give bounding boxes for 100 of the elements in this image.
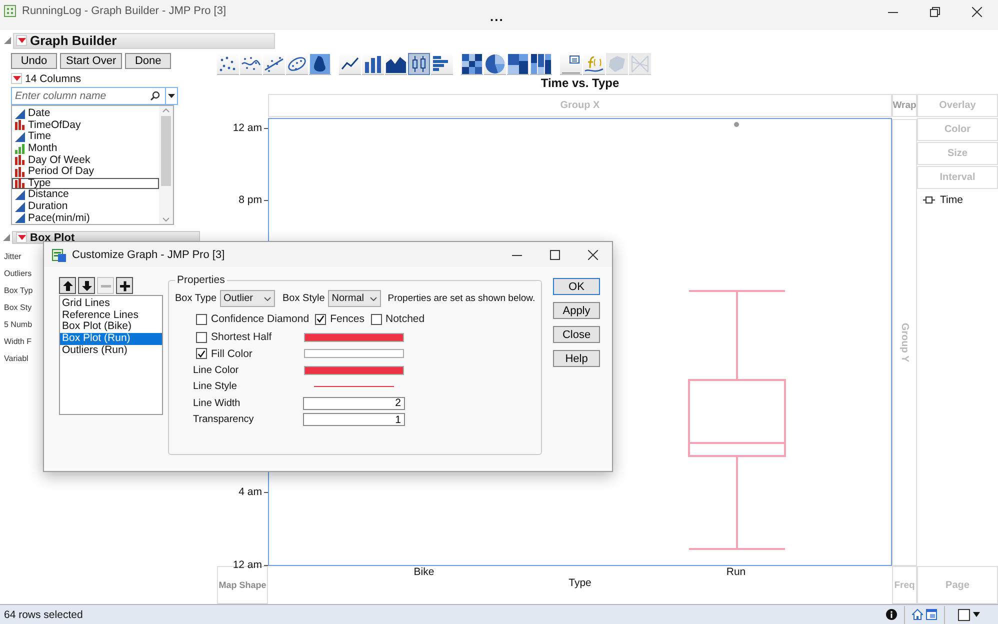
checkbox[interactable]: [196, 348, 207, 360]
tick-mark: [264, 564, 268, 566]
area-chart-icon[interactable]: [385, 53, 407, 75]
number-field[interactable]: 1: [303, 413, 405, 426]
checkbox-label: Fences: [330, 313, 364, 325]
column-item[interactable]: Month: [12, 142, 159, 154]
menu-triangle-button[interactable]: [11, 73, 22, 84]
dropdown[interactable]: Outlier: [220, 290, 275, 307]
section-title: Graph Builder: [30, 33, 117, 48]
treemap-icon[interactable]: [507, 53, 529, 75]
column-item[interactable]: Period Of Day: [12, 166, 159, 178]
line-style-sample[interactable]: [314, 386, 394, 388]
add-button[interactable]: [116, 277, 133, 294]
graph-title: Time vs. Type: [540, 76, 620, 92]
app-icon: [52, 248, 66, 262]
color-swatch[interactable]: [304, 349, 404, 358]
field-label: Box Style: [282, 293, 325, 304]
property-label: Jitter: [4, 251, 22, 262]
color-swatch[interactable]: [304, 332, 404, 342]
caret-icon: [168, 94, 175, 98]
list-item[interactable]: Box Plot (Run): [60, 333, 162, 345]
column-item[interactable]: Time: [12, 131, 159, 143]
up-arrow-icon: [62, 280, 74, 292]
list-item[interactable]: Reference Lines: [60, 310, 162, 322]
chevron-icon: [370, 296, 377, 300]
pie-chart-icon[interactable]: [484, 53, 506, 75]
more-options[interactable]: ...: [490, 10, 504, 24]
field-label: Box Type: [175, 293, 217, 304]
line-fit-icon[interactable]: [263, 53, 285, 75]
property-label: Outliers: [4, 268, 32, 279]
outlier-point: [734, 122, 739, 127]
column-count: 14 Columns: [25, 72, 82, 84]
checkbox-label: Confidence Diamond: [211, 313, 310, 325]
menu-triangle-button[interactable]: [16, 35, 27, 46]
toolbar-button[interactable]: Done: [125, 53, 172, 69]
caret-icon: [973, 612, 980, 617]
checkbox[interactable]: [315, 314, 326, 324]
bar-chart-icon[interactable]: [362, 53, 384, 75]
scatter-plot-icon[interactable]: [217, 53, 239, 75]
continuous-icon: [15, 202, 25, 212]
move-up-button[interactable]: [59, 277, 76, 294]
box-plot-icon: [923, 196, 935, 204]
column-item[interactable]: Pace(min/mi): [12, 212, 159, 224]
legend-label: Time: [940, 194, 963, 206]
checkbox[interactable]: [370, 314, 382, 324]
property-label: Variabl: [4, 353, 28, 364]
toolbar-button[interactable]: Undo: [11, 53, 57, 69]
contour-icon[interactable]: [309, 53, 331, 75]
move-down-button[interactable]: [78, 277, 95, 294]
property-label: Box Typ: [4, 285, 33, 296]
color-swatch[interactable]: [304, 366, 404, 375]
property-label: 5 Numb: [4, 319, 32, 330]
dialog-button[interactable]: Help: [553, 350, 600, 367]
column-item[interactable]: Date: [12, 108, 159, 120]
window-icon[interactable]: [926, 609, 937, 620]
number-field[interactable]: 2: [303, 396, 405, 410]
box-plot-icon[interactable]: [408, 53, 430, 75]
continuous-icon: [15, 190, 25, 200]
column-item[interactable]: Type: [12, 178, 159, 190]
home-icon[interactable]: [912, 609, 923, 620]
field-label: Line Color: [193, 364, 239, 376]
formula-icon[interactable]: [583, 53, 605, 75]
menu-triangle-button[interactable]: [16, 232, 27, 243]
continuous-icon: [15, 108, 25, 119]
property-label: Width F: [4, 336, 32, 347]
column-item[interactable]: Duration: [12, 200, 159, 212]
dialog-button[interactable]: Close: [553, 326, 600, 343]
axis-tick-label: 4 am: [238, 486, 262, 498]
dialog-button[interactable]: Apply: [553, 302, 600, 319]
scrollbar-thumb[interactable]: [161, 116, 171, 186]
mosaic-icon[interactable]: [530, 53, 552, 75]
checkbox[interactable]: [196, 314, 207, 324]
line-chart-icon[interactable]: [339, 53, 361, 75]
caption-box-icon[interactable]: [560, 53, 582, 75]
checkbox[interactable]: [958, 608, 970, 620]
column-item[interactable]: Day Of Week: [12, 154, 159, 166]
column-item[interactable]: Distance: [12, 189, 159, 201]
axis-tick-label: 12 am: [232, 122, 262, 134]
heatmap-icon[interactable]: [461, 53, 483, 75]
dropdown[interactable]: Normal: [328, 290, 381, 307]
search-field[interactable]: Enter column name: [11, 87, 166, 105]
ordinal-icon: [15, 144, 25, 154]
list-item[interactable]: Grid Lines: [60, 298, 162, 310]
field-label: Transparency: [193, 414, 254, 426]
list-item[interactable]: Box Plot (Bike): [60, 321, 162, 334]
dialog-button[interactable]: OK: [553, 278, 600, 295]
disclosure-icon: [4, 37, 11, 44]
list-item[interactable]: Outliers (Run): [60, 344, 162, 357]
checkbox[interactable]: [196, 332, 207, 343]
histogram-icon[interactable]: [431, 53, 453, 75]
column-item[interactable]: TimeOfDay: [12, 120, 159, 132]
axis-tick-label: Run: [726, 566, 746, 578]
continuous-icon: [15, 213, 25, 224]
checkbox-label: Fill Color: [211, 348, 252, 360]
smoother-icon[interactable]: [240, 53, 262, 75]
nominal-icon: [15, 178, 25, 188]
continuous-icon: [15, 132, 25, 142]
toolbar-button[interactable]: Start Over: [60, 53, 122, 69]
property-label: Box Sty: [4, 302, 32, 313]
dropdown-button[interactable]: [166, 87, 178, 105]
